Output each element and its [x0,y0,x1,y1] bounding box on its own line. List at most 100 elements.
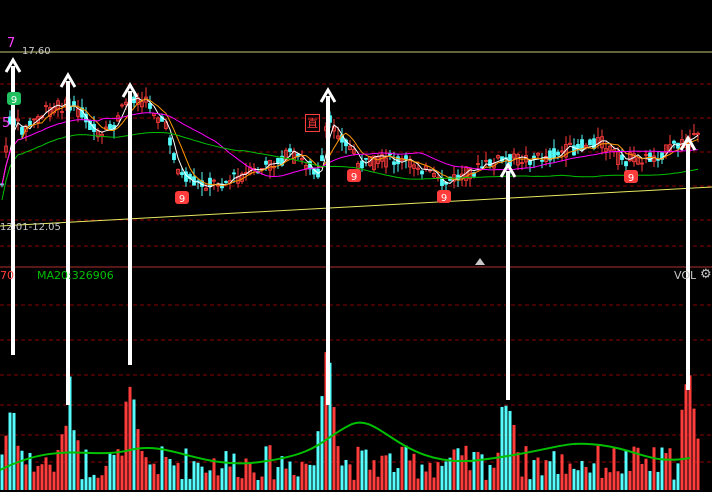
volume-bar [160,446,164,490]
volume-bar [264,446,268,490]
volume-bar [92,474,96,490]
volume-bar [556,473,560,490]
volume-bar [424,471,428,490]
volume-bar [152,463,156,490]
candle-body [672,140,676,144]
volume-bar [336,446,340,490]
candle-body [540,159,544,162]
volume-bar [80,479,84,490]
volume-bar [72,430,76,490]
volume-bar [536,457,540,490]
volume-bar [600,477,604,490]
volume-bar [36,465,40,490]
volume-bar [376,476,380,490]
volume-bar [592,463,596,490]
volume-bar [300,461,304,490]
volume-bar [224,451,228,490]
volume-bar [60,434,64,490]
volume-bar [112,454,116,490]
candle-body [180,172,184,176]
volume-bar [620,473,624,490]
volume-bar [276,467,280,490]
volume-bar [288,461,292,490]
volume-bars [0,352,700,490]
volume-bar [492,467,496,490]
volume-bar [628,470,632,490]
volume-bar [692,408,696,490]
volume-bar [344,459,348,490]
volume-bar [340,465,344,490]
volume-bar [644,458,648,490]
volume-bar [608,472,612,490]
volume-bar [392,471,396,490]
volume-bar [544,460,548,490]
volume-bar [256,479,260,490]
candle-body [172,153,176,161]
volume-bar [100,475,104,490]
volume-bar [180,479,184,490]
volume-bar [576,470,580,490]
direct-label[interactable]: 直 [305,114,320,132]
moving-averages [0,97,699,471]
volume-bar [676,463,680,490]
triangle-up-icon[interactable] [475,258,485,265]
volume-bar [168,459,172,490]
volume-bar [8,412,12,490]
volume-bar [232,453,236,490]
volume-bar [416,478,420,490]
signal-badge-label: 9 [441,193,447,204]
volume-bar [672,479,676,490]
signal-badge-label: 9 [179,194,185,205]
volume-bar [364,449,368,490]
volume-bar [532,460,536,490]
gear-icon[interactable]: ⚙ [700,267,712,282]
volume-bar [404,445,408,490]
volume-bar [176,463,180,490]
volume-bar [348,464,352,490]
volume-bar [164,456,168,490]
volume-ma20-label: MA20:326906 [37,269,114,282]
volume-bar [428,462,432,490]
volume-bar [156,474,160,490]
volume-bar [136,429,140,490]
volume-bar [464,445,468,490]
volume-bar [88,477,92,490]
volume-bar [268,445,272,490]
volume-bar [248,463,252,490]
signal-badge-label: 9 [351,172,357,183]
volume-bar [560,454,564,490]
volume-bar [528,479,532,490]
volume-bar [104,465,108,490]
volume-bar [684,384,688,490]
volume-bar [572,468,576,490]
candle-body [232,172,236,175]
volume-bar [140,450,144,490]
volume-bar [384,455,388,490]
volume-bar [548,461,552,490]
volume-bar [124,401,128,490]
volume-bar [192,461,196,490]
volume-bar [368,469,372,490]
volume-bar [76,440,80,490]
candle-body [360,160,364,169]
volume-bar [436,462,440,490]
volume-bar [200,466,204,490]
volume-bar [512,424,516,490]
volume-bar [432,477,436,490]
candle-body [108,124,112,131]
volume-bar [696,438,700,490]
high-price-label: 17.60 [22,46,51,57]
volume-bar [132,399,136,490]
candle-body [624,161,628,167]
volume-bar [96,477,100,490]
volume-bar [128,386,132,490]
volume-bar [44,457,48,490]
volume-bar [408,460,412,490]
candle-body [320,155,324,161]
volume-bar [144,457,148,490]
volume-bar [468,470,472,490]
candle-body [528,160,532,165]
volume-bar [4,435,8,490]
volume-prefix: 70 [0,269,14,282]
volume-bar [84,449,88,490]
